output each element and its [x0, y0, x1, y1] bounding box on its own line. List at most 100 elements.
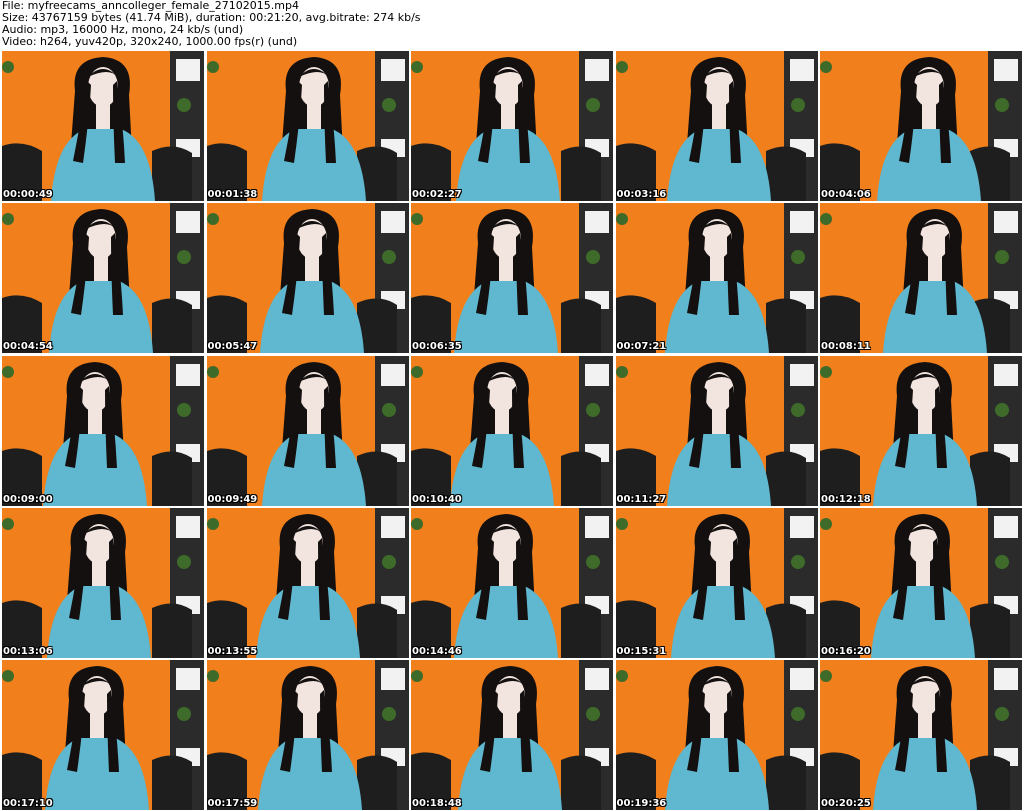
plant: [615, 670, 628, 682]
frame-timestamp: 00:04:54: [3, 341, 53, 353]
plant: [206, 670, 219, 682]
thumbnail-grid: 00:00:49 00:01:38 00:02:27 00:03:16 00:04:06…: [2, 51, 1022, 810]
frame-timestamp: 00:02:27: [412, 189, 462, 200]
storage-box: [176, 363, 200, 386]
plant: [381, 402, 396, 417]
sofa-arm-right: [152, 603, 192, 658]
frame-timestamp: 00:05:47: [207, 341, 258, 353]
video-frame-thumbnail: 00:03:16: [615, 51, 818, 201]
sofa-arm-right: [152, 450, 192, 506]
plant: [2, 213, 14, 226]
plant: [2, 670, 14, 682]
plant: [820, 365, 832, 378]
video-frame-thumbnail: 00:07:21: [615, 203, 818, 354]
storage-box: [789, 363, 814, 386]
plant: [177, 554, 191, 569]
frame-image: [615, 507, 818, 658]
frame-image: [615, 203, 818, 354]
frame-image: [820, 507, 1022, 658]
frame-timestamp: 00:16:20: [821, 645, 871, 657]
frame-timestamp: 00:07:21: [616, 341, 667, 353]
plant: [615, 61, 628, 73]
plant: [615, 213, 628, 226]
plant: [790, 98, 805, 112]
sofa-arm-right: [152, 146, 192, 201]
storage-box: [380, 363, 405, 386]
plant: [586, 554, 600, 569]
storage-box: [585, 211, 609, 234]
sofa-arm-right: [765, 755, 806, 810]
plant: [820, 213, 832, 226]
plant: [615, 517, 628, 530]
video-frame-thumbnail: 00:19:36: [615, 660, 818, 810]
frame-timestamp: 00:20:25: [821, 798, 871, 809]
storage-box: [585, 515, 609, 538]
plant: [206, 517, 219, 530]
plant: [411, 213, 423, 226]
plant: [586, 98, 600, 112]
plant: [206, 365, 219, 378]
plant: [206, 213, 219, 226]
storage-box: [585, 363, 609, 386]
plant: [995, 250, 1009, 265]
video-info-line: Video: h264, yuv420p, 320x240, 1000.00 f…: [2, 35, 298, 48]
frame-timestamp: 00:06:35: [412, 341, 462, 353]
plant: [411, 61, 423, 73]
plant: [177, 250, 191, 265]
storage-box: [994, 515, 1018, 538]
frame-timestamp: 00:09:00: [3, 493, 53, 505]
video-frame-thumbnail: 00:00:49: [2, 51, 204, 201]
storage-box: [789, 211, 814, 234]
storage-box: [994, 668, 1018, 690]
plant: [411, 517, 423, 530]
plant: [206, 61, 219, 73]
sofa-arm-right: [765, 450, 806, 506]
plant: [995, 707, 1009, 721]
frame-image: [206, 203, 409, 354]
frame-timestamp: 00:04:06: [821, 189, 871, 200]
frame-timestamp: 00:01:38: [207, 189, 258, 200]
frame-image: [2, 507, 204, 658]
plant: [820, 517, 832, 530]
video-frame-thumbnail: 00:14:46: [411, 507, 613, 658]
frame-timestamp: 00:09:49: [207, 493, 258, 505]
frame-timestamp: 00:17:59: [207, 798, 258, 809]
frame-image: [2, 203, 204, 354]
frame-timestamp: 00:19:36: [616, 798, 667, 809]
frame-image: [411, 660, 613, 810]
video-frame-thumbnail: 00:09:00: [2, 355, 204, 506]
plant: [381, 98, 396, 112]
sofa-arm-right: [152, 298, 192, 354]
storage-box: [380, 668, 405, 690]
plant: [586, 402, 600, 417]
storage-box: [176, 515, 200, 538]
video-frame-thumbnail: 00:08:11: [820, 203, 1022, 354]
frame-image: [615, 355, 818, 506]
plant: [995, 402, 1009, 417]
plant: [586, 250, 600, 265]
frame-timestamp: 00:11:27: [616, 493, 667, 505]
sofa-arm-right: [152, 755, 192, 810]
frame-image: [411, 203, 613, 354]
plant: [381, 554, 396, 569]
video-frame-thumbnail: 00:05:47: [206, 203, 409, 354]
plant: [586, 707, 600, 721]
plant: [820, 670, 832, 682]
frame-timestamp: 00:03:16: [616, 189, 667, 200]
plant: [177, 402, 191, 417]
plant: [995, 98, 1009, 112]
video-frame-thumbnail: 00:12:18: [820, 355, 1022, 506]
frame-image: [820, 203, 1022, 354]
video-frame-thumbnail: 00:20:25: [820, 660, 1022, 810]
plant: [381, 707, 396, 721]
plant: [411, 365, 423, 378]
frame-timestamp: 00:08:11: [821, 341, 871, 353]
storage-box: [176, 668, 200, 690]
storage-box: [994, 59, 1018, 81]
plant: [381, 250, 396, 265]
frame-timestamp: 00:15:31: [616, 645, 667, 657]
storage-box: [585, 668, 609, 690]
sofa-arm-right: [970, 603, 1010, 658]
video-frame-thumbnail: 00:10:40: [411, 355, 613, 506]
video-frame-thumbnail: 00:01:38: [206, 51, 409, 201]
